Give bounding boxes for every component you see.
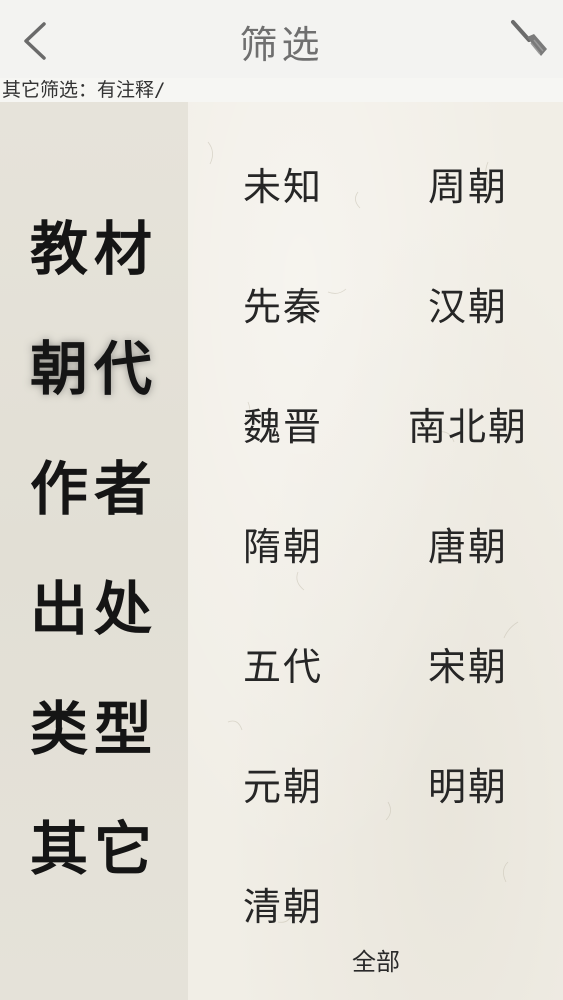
nav-bar: 筛选: [0, 0, 563, 79]
option-pre-qin[interactable]: 先秦: [193, 276, 373, 331]
option-qing[interactable]: 清朝: [193, 876, 373, 931]
broom-clear-icon[interactable]: [507, 16, 551, 60]
sidebar-item-dynasty[interactable]: 朝代: [0, 322, 188, 406]
sidebar-item-textbook[interactable]: 教材: [0, 202, 188, 286]
all-button[interactable]: 全部: [326, 942, 426, 977]
option-southern-northern[interactable]: 南北朝: [378, 396, 558, 451]
option-tang[interactable]: 唐朝: [378, 516, 558, 571]
option-song[interactable]: 宋朝: [378, 636, 558, 691]
option-ming[interactable]: 明朝: [378, 756, 558, 811]
option-zhou[interactable]: 周朝: [378, 156, 558, 211]
option-five-dynasties[interactable]: 五代: [193, 636, 373, 691]
filter-summary: 其它筛选：有注释/: [0, 78, 563, 102]
page-title: 筛选: [239, 23, 324, 67]
option-wei-jin[interactable]: 魏晋: [193, 396, 373, 451]
option-han[interactable]: 汉朝: [378, 276, 558, 331]
option-sui[interactable]: 隋朝: [193, 516, 373, 571]
sidebar-item-other[interactable]: 其它: [0, 802, 188, 886]
option-unknown[interactable]: 未知: [193, 156, 373, 211]
sidebar-item-source[interactable]: 出处: [0, 562, 188, 646]
option-yuan[interactable]: 元朝: [193, 756, 373, 811]
sidebar-item-type[interactable]: 类型: [0, 682, 188, 766]
sidebar-item-author[interactable]: 作者: [0, 442, 188, 526]
